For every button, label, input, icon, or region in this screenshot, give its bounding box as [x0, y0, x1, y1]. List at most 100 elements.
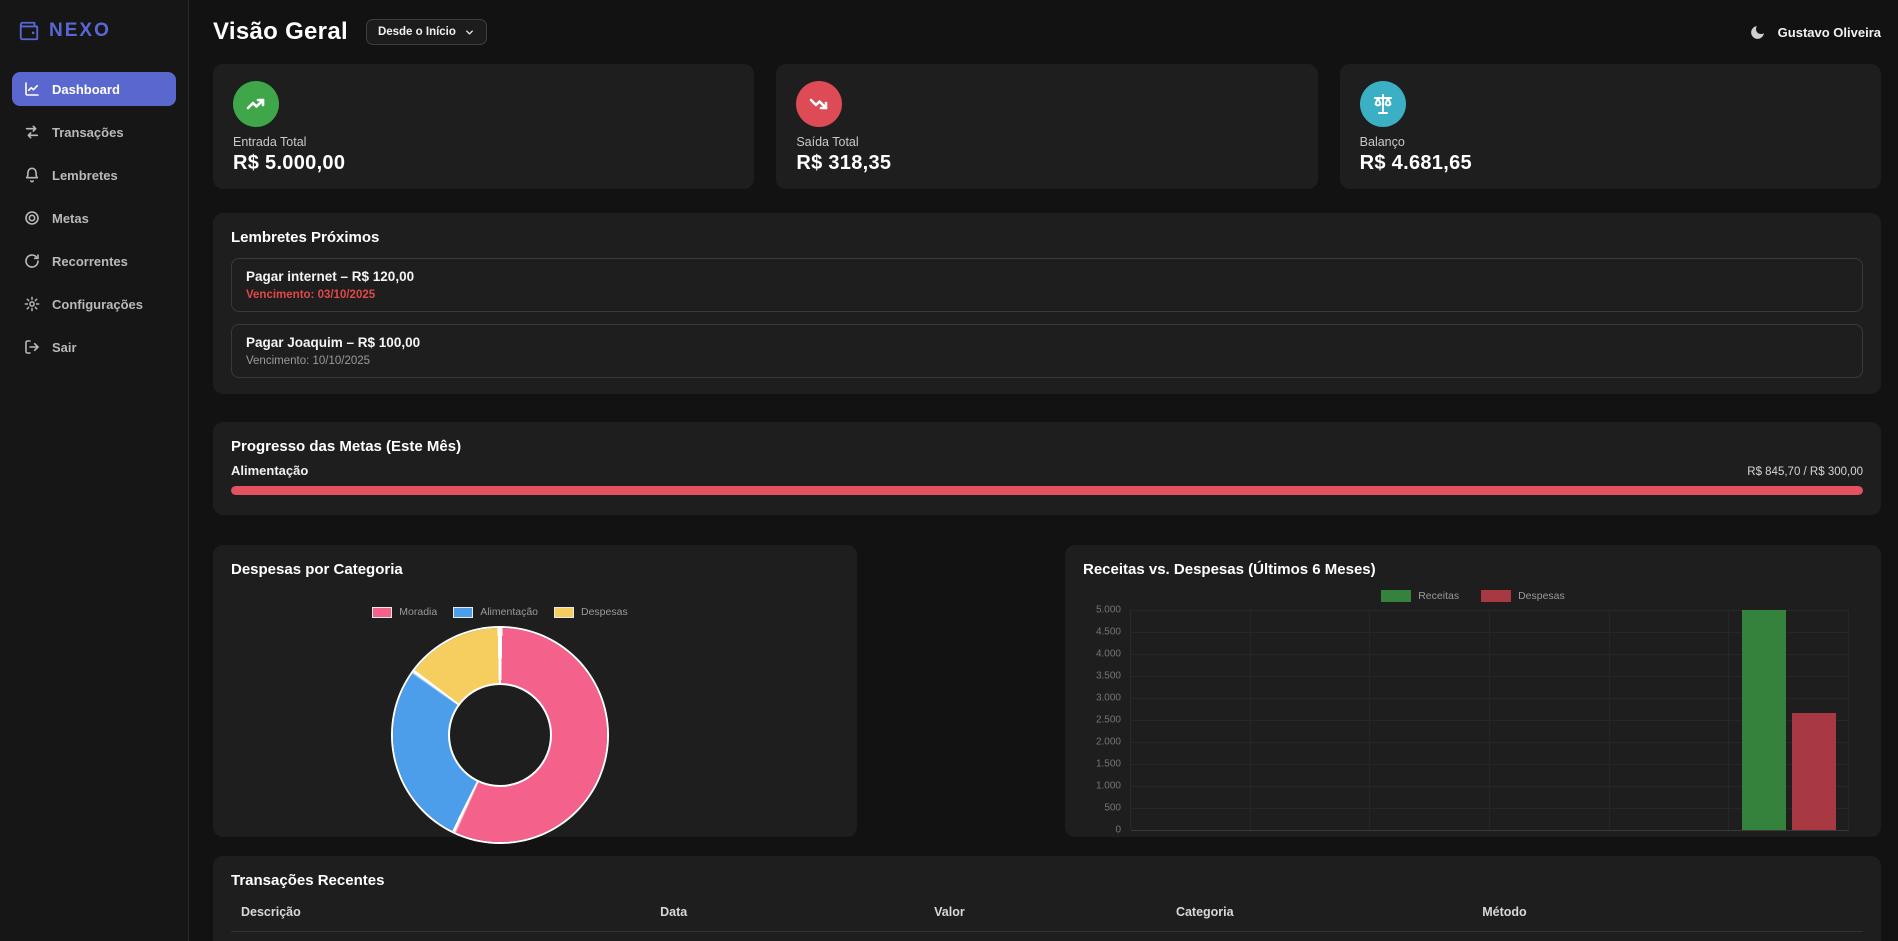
- sidebar-item-metas[interactable]: Metas: [12, 201, 176, 235]
- sidebar-item-sair[interactable]: Sair: [12, 330, 176, 364]
- gear-icon: [24, 296, 40, 312]
- goals-panel: Progresso das Metas (Este Mês) Alimentaç…: [213, 422, 1881, 515]
- period-filter-value: Desde o Início: [378, 26, 456, 38]
- bar-chart-plot: [1130, 610, 1849, 830]
- bar-chart-legend: Receitas Despesas: [1083, 590, 1863, 602]
- donut-hole: [448, 683, 552, 787]
- income-vs-expenses-card: Receitas vs. Despesas (Últimos 6 Meses) …: [1065, 545, 1881, 837]
- reminder-title: Pagar internet – R$ 120,00: [246, 269, 1848, 284]
- sidebar-item-label: Lembretes: [52, 168, 118, 183]
- theme-toggle-button[interactable]: [1749, 24, 1766, 41]
- bar-chart-column: [1490, 610, 1610, 830]
- reminder-item[interactable]: Pagar Joaquim – R$ 100,00 Vencimento: 10…: [231, 324, 1863, 378]
- wallet-icon: [18, 20, 40, 42]
- legend-item[interactable]: Moradia: [372, 606, 437, 618]
- stat-value: R$ 4.681,65: [1360, 152, 1861, 175]
- transactions-table-header: Descrição Data Valor Categoria Método: [231, 905, 1863, 932]
- y-tick-label: 4.000: [1096, 649, 1121, 660]
- bar-chart-column: [1610, 610, 1730, 830]
- legend-label: Despesas: [581, 606, 628, 618]
- period-filter-select[interactable]: Desde o Início: [366, 19, 487, 45]
- column-header: Descrição: [241, 905, 660, 919]
- app-name: NEXO: [49, 20, 111, 42]
- sidebar-item-label: Metas: [52, 211, 89, 226]
- trend-down-icon: [796, 81, 842, 127]
- reminders-title: Lembretes Próximos: [231, 229, 1863, 246]
- chevron-down-icon: [464, 27, 475, 38]
- bar-chart-column: [1131, 610, 1251, 830]
- stat-label: Balanço: [1360, 135, 1861, 149]
- bar-chart: 5.0004.5004.0003.5003.0002.5002.0001.500…: [1083, 610, 1863, 834]
- legend-item[interactable]: Alimentação: [453, 606, 538, 618]
- stat-value: R$ 318,35: [796, 152, 1297, 175]
- bar-chart-columns: [1131, 610, 1849, 830]
- legend-swatch: [554, 607, 574, 618]
- legend-swatch: [372, 607, 392, 618]
- goal-amount: R$ 845,70 / R$ 300,00: [1747, 466, 1863, 478]
- legend-item[interactable]: Receitas: [1381, 590, 1459, 602]
- topbar: Visão Geral Desde o Início Gustavo Olive…: [213, 0, 1881, 64]
- reminder-item[interactable]: Pagar internet – R$ 120,00 Vencimento: 0…: [231, 258, 1863, 312]
- bar-chart-column: [1251, 610, 1371, 830]
- scale-icon: [1360, 81, 1406, 127]
- legend-item[interactable]: Despesas: [1481, 590, 1565, 602]
- reminders-panel: Lembretes Próximos Pagar internet – R$ 1…: [213, 213, 1881, 394]
- goals-title: Progresso das Metas (Este Mês): [231, 438, 1863, 455]
- legend-label: Moradia: [399, 606, 437, 618]
- sidebar-item-label: Recorrentes: [52, 254, 128, 269]
- stat-label: Entrada Total: [233, 135, 734, 149]
- pie-chart-title: Despesas por Categoria: [231, 561, 839, 578]
- legend-swatch: [1481, 590, 1511, 602]
- logout-icon: [24, 339, 40, 355]
- expenses-by-category-card: Despesas por Categoria Moradia Alimentaçã…: [213, 545, 857, 837]
- column-header: Categoria: [1176, 905, 1482, 919]
- legend-label: Receitas: [1418, 590, 1459, 602]
- trend-up-icon: [233, 81, 279, 127]
- y-tick-label: 5.000: [1096, 605, 1121, 616]
- stat-card-saida: Saída Total R$ 318,35: [776, 64, 1317, 189]
- sidebar-item-lembretes[interactable]: Lembretes: [12, 158, 176, 192]
- stat-value: R$ 5.000,00: [233, 152, 734, 175]
- transactions-title: Transações Recentes: [231, 872, 1863, 889]
- chart-line-icon: [24, 81, 40, 97]
- y-tick-label: 500: [1104, 803, 1121, 814]
- column-header: Valor: [934, 905, 1176, 919]
- sidebar-item-label: Sair: [52, 340, 77, 355]
- refresh-icon: [24, 253, 40, 269]
- bar-despesas[interactable]: [1792, 713, 1836, 830]
- y-tick-label: 1.000: [1096, 781, 1121, 792]
- bell-icon: [24, 167, 40, 183]
- reminder-title: Pagar Joaquim – R$ 100,00: [246, 335, 1848, 350]
- y-tick-label: 2.500: [1096, 715, 1121, 726]
- goal-name: Alimentação: [231, 463, 308, 478]
- sidebar-item-transacoes[interactable]: Transações: [12, 115, 176, 149]
- y-tick-label: 1.500: [1096, 759, 1121, 770]
- sidebar-item-label: Transações: [52, 125, 124, 140]
- bar-chart-title: Receitas vs. Despesas (Últimos 6 Meses): [1083, 561, 1863, 578]
- gridline: [1131, 830, 1849, 831]
- stat-label: Saída Total: [796, 135, 1297, 149]
- sidebar-nav: Dashboard Transações Lembretes Metas Rec…: [12, 72, 176, 364]
- sidebar-item-recorrentes[interactable]: Recorrentes: [12, 244, 176, 278]
- legend-label: Despesas: [1518, 590, 1565, 602]
- bar-receitas[interactable]: [1742, 610, 1786, 830]
- stat-card-entrada: Entrada Total R$ 5.000,00: [213, 64, 754, 189]
- y-tick-label: 2.000: [1096, 737, 1121, 748]
- bar-chart-y-axis: 5.0004.5004.0003.5003.0002.5002.0001.500…: [1083, 610, 1121, 830]
- column-header: Data: [660, 905, 934, 919]
- y-tick-label: 3.500: [1096, 671, 1121, 682]
- legend-label: Alimentação: [480, 606, 538, 618]
- charts-row: Despesas por Categoria Moradia Alimentaçã…: [213, 545, 1881, 837]
- reminder-due-date: Vencimento: 03/10/2025: [246, 289, 1848, 301]
- reminder-due-date: Vencimento: 10/10/2025: [246, 355, 1848, 367]
- goal-progress-track: [231, 486, 1863, 495]
- legend-item[interactable]: Despesas: [554, 606, 628, 618]
- sidebar-item-dashboard[interactable]: Dashboard: [12, 72, 176, 106]
- sidebar-item-configuracoes[interactable]: Configurações: [12, 287, 176, 321]
- legend-swatch: [453, 607, 473, 618]
- target-icon: [24, 210, 40, 226]
- page-title: Visão Geral: [213, 18, 348, 46]
- sidebar-item-label: Dashboard: [52, 82, 120, 97]
- sidebar: NEXO Dashboard Transações Lembretes Meta…: [0, 0, 189, 941]
- bar-chart-column: [1729, 610, 1849, 830]
